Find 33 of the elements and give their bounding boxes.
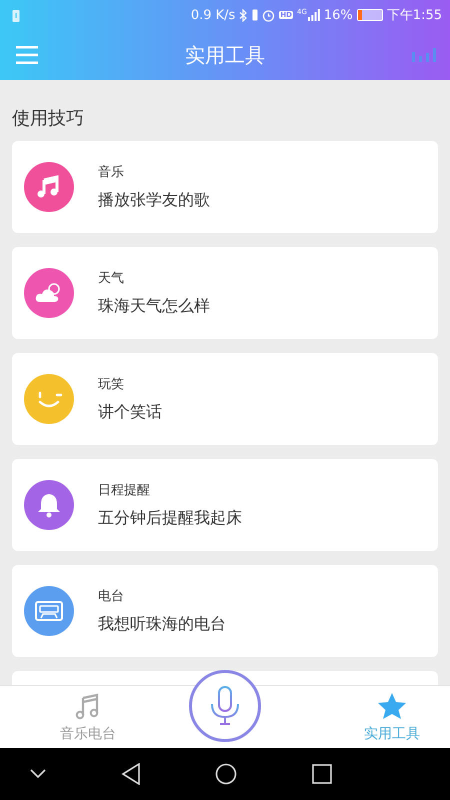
bluetooth-icon <box>239 8 248 22</box>
recent-apps-icon[interactable] <box>312 764 332 784</box>
tip-card[interactable]: 日程提醒 五分钟后提醒我起床 <box>12 459 438 551</box>
battery-percent: 16% <box>324 8 353 22</box>
vibrate-icon <box>252 9 258 21</box>
tip-card[interactable]: 天气 珠海天气怎么样 <box>12 247 438 339</box>
back-icon[interactable] <box>120 763 141 785</box>
card-category: 天气 <box>98 270 125 287</box>
card-category: 玩笑 <box>98 376 125 393</box>
battery-alert-icon <box>12 8 20 22</box>
microphone-icon <box>209 686 241 726</box>
home-icon[interactable] <box>215 763 238 785</box>
tip-card[interactable]: 音乐 播放张学友的歌 <box>12 141 438 233</box>
tip-card[interactable]: 电台 我想听珠海的电台 <box>12 565 438 657</box>
signal-icon <box>308 9 320 21</box>
battery-icon <box>356 9 383 21</box>
clock: 下午1:55 <box>386 7 442 24</box>
card-category: 日程提醒 <box>98 482 151 499</box>
card-example: 五分钟后提醒我起床 <box>98 508 242 529</box>
card-example: 珠海天气怎么样 <box>98 296 210 317</box>
card-example: 我想听珠海的电台 <box>98 614 226 635</box>
alarm-icon <box>262 8 276 22</box>
card-example: 播放张学友的歌 <box>98 190 210 211</box>
network-speed: 0.9 K/s <box>190 8 236 22</box>
card-category: 电台 <box>98 588 125 605</box>
chevron-down-icon[interactable] <box>30 769 46 779</box>
music-note-icon <box>75 692 101 720</box>
tip-card[interactable]: 玩笑 讲个笑话 <box>12 353 438 445</box>
section-title: 使用技巧 <box>12 107 85 130</box>
star-icon <box>377 692 407 720</box>
page-title: 实用工具 <box>185 42 265 68</box>
card-category: 音乐 <box>98 164 125 181</box>
card-example: 讲个笑话 <box>98 402 162 423</box>
